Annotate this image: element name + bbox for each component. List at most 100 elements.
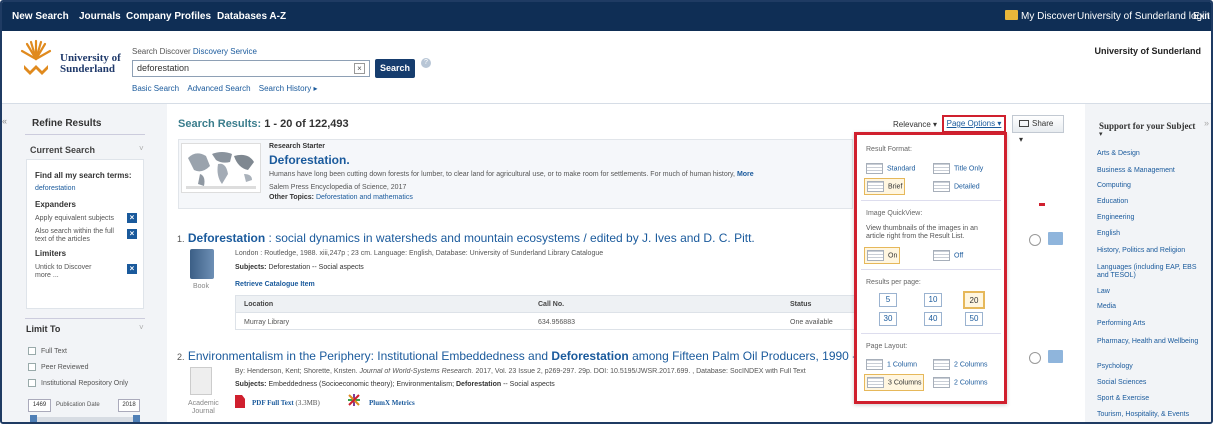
- result-1-title[interactable]: 1. Deforestation : social dynamics in wa…: [177, 231, 755, 245]
- collapse-limit-icon[interactable]: ˅: [139, 323, 144, 332]
- basic-search-link[interactable]: Basic Search: [132, 84, 179, 93]
- current-search-heading[interactable]: Current Search: [30, 145, 95, 155]
- subject-link[interactable]: Computing: [1097, 182, 1207, 190]
- date-from-input[interactable]: 1469: [28, 399, 51, 412]
- search-history-link[interactable]: Search History ▸: [259, 84, 318, 93]
- subject-link[interactable]: History, Politics and Religion: [1097, 247, 1207, 255]
- remove-limiter-icon[interactable]: ×: [127, 264, 137, 274]
- login-link[interactable]: University of Sunderland login: [1077, 11, 1210, 22]
- page-options-button[interactable]: Page Options ▾: [942, 115, 1006, 133]
- limit-to-heading[interactable]: Limit To: [26, 324, 60, 334]
- subject-link[interactable]: Tourism, Hospitality, & Events: [1097, 411, 1207, 419]
- subject-link[interactable]: English: [1097, 230, 1207, 238]
- per-page-30[interactable]: 30: [879, 312, 897, 326]
- subject-link[interactable]: Social Sciences: [1097, 379, 1207, 387]
- research-starter-title[interactable]: Deforestation.: [269, 153, 350, 167]
- quickview-off[interactable]: Off: [933, 250, 963, 261]
- other-topics-link[interactable]: Deforestation and mathematics: [316, 194, 413, 201]
- full-text-checkbox[interactable]: Full Text: [28, 347, 67, 355]
- image-quickview-desc: View thumbnails of the images in an artic…: [866, 225, 978, 241]
- per-page-10[interactable]: 10: [924, 293, 942, 307]
- search-button[interactable]: Search: [375, 59, 415, 78]
- layout-3-columns-selected[interactable]: 3 Columns: [864, 374, 925, 391]
- per-page-50[interactable]: 50: [965, 312, 983, 326]
- plumx-metrics-link[interactable]: PlumX Metrics: [369, 399, 415, 407]
- pdf-icon[interactable]: [235, 395, 245, 408]
- subject-link[interactable]: Education: [1097, 198, 1207, 206]
- two-columns-alt-icon: [933, 377, 950, 388]
- results-range: 1 - 20 of 122,493: [264, 118, 349, 130]
- subject-link[interactable]: Pharmacy, Health and Wellbeing: [1097, 338, 1207, 346]
- databases-link[interactable]: Databases A-Z: [217, 11, 286, 22]
- subject-link[interactable]: Media: [1097, 303, 1207, 311]
- checkbox-icon[interactable]: [28, 379, 36, 387]
- checkbox-icon[interactable]: [28, 363, 36, 371]
- layout-2-columns-b[interactable]: 2 Columns: [933, 377, 987, 388]
- date-to-input[interactable]: 2018: [118, 399, 140, 412]
- collapse-left-icon[interactable]: «: [2, 116, 7, 126]
- clear-search-icon[interactable]: ×: [354, 63, 365, 74]
- result-2-type-line2: Journal: [191, 408, 215, 415]
- remove-expander-icon[interactable]: ×: [127, 229, 137, 239]
- company-profiles-link[interactable]: Company Profiles: [126, 11, 211, 22]
- peer-reviewed-checkbox[interactable]: Peer Reviewed: [28, 363, 88, 371]
- exit-link[interactable]: Exit: [1193, 11, 1210, 22]
- per-page-5[interactable]: 5: [879, 293, 897, 307]
- per-page-40[interactable]: 40: [924, 312, 942, 326]
- journal-icon[interactable]: [190, 367, 212, 395]
- collapse-current-icon[interactable]: ˅: [139, 144, 144, 153]
- format-brief-label: Brief: [888, 183, 903, 191]
- app-window: New Search Journals Company Profiles Dat…: [0, 0, 1213, 424]
- search-input-value: deforestation: [137, 63, 190, 73]
- subject-link[interactable]: Arts & Design: [1097, 150, 1207, 158]
- new-search-link[interactable]: New Search: [12, 11, 69, 22]
- result-2-title[interactable]: 2. Environmentalism in the Periphery: In…: [177, 349, 890, 363]
- format-detailed[interactable]: Detailed: [933, 181, 980, 192]
- world-map-thumbnail[interactable]: [181, 143, 261, 193]
- more-link[interactable]: More: [737, 171, 754, 178]
- pdf-full-text-link[interactable]: PDF Full Text (3.3MB): [252, 399, 320, 407]
- checkbox-icon[interactable]: [28, 347, 36, 355]
- subject-link[interactable]: Languages (including EAP, EBS and TESOL): [1097, 264, 1207, 280]
- subject-link[interactable]: Psychology: [1097, 363, 1207, 371]
- subject-link[interactable]: Sport & Exercise: [1097, 395, 1207, 403]
- share-button[interactable]: Share ▾: [1012, 115, 1064, 144]
- subject-link[interactable]: Engineering: [1097, 214, 1207, 222]
- book-icon[interactable]: [190, 249, 214, 279]
- search-term-link[interactable]: deforestation: [35, 185, 75, 192]
- search-links: Basic Search Advanced Search Search Hist…: [132, 84, 317, 93]
- relevance-dropdown[interactable]: Relevance ▾: [893, 120, 937, 129]
- subject-link[interactable]: Law: [1097, 288, 1207, 296]
- institutional-repo-checkbox[interactable]: Institutional Repository Only: [28, 379, 128, 387]
- subject-link[interactable]: Performing Arts: [1097, 320, 1207, 328]
- date-slider-handle-right[interactable]: [133, 415, 140, 422]
- add-to-folder-icon[interactable]: [1048, 232, 1063, 245]
- advanced-search-link[interactable]: Advanced Search: [187, 84, 250, 93]
- subject-link[interactable]: Business & Management: [1097, 167, 1207, 175]
- date-slider-handle-left[interactable]: [30, 415, 37, 422]
- quickview-on-selected[interactable]: On: [864, 247, 901, 264]
- format-title-only[interactable]: Title Only: [933, 163, 983, 174]
- research-starter-desc-text: Humans have long been cutting down fores…: [269, 171, 735, 178]
- plumx-icon[interactable]: [346, 392, 362, 408]
- journals-link[interactable]: Journals: [79, 11, 121, 22]
- format-standard[interactable]: Standard: [866, 163, 915, 174]
- remove-expander-icon[interactable]: ×: [127, 213, 137, 223]
- format-detailed-label: Detailed: [954, 183, 980, 191]
- retrieve-catalogue-link[interactable]: Retrieve Catalogue Item: [235, 281, 315, 288]
- add-to-folder-icon[interactable]: [1048, 350, 1063, 363]
- preview-magnifier-icon[interactable]: [1029, 352, 1041, 364]
- preview-magnifier-icon[interactable]: [1029, 234, 1041, 246]
- date-slider[interactable]: [30, 417, 140, 422]
- collapse-right-icon[interactable]: »: [1204, 118, 1209, 128]
- my-discover-link[interactable]: My Discover: [1021, 11, 1076, 22]
- search-input[interactable]: deforestation: [132, 60, 370, 77]
- format-brief-selected[interactable]: Brief: [864, 178, 906, 195]
- result-2-meta: By: Henderson, Kent; Shorette, Kristen. …: [235, 368, 853, 375]
- layout-2-columns-a[interactable]: 2 Columns: [933, 359, 987, 370]
- support-dropdown-icon[interactable]: ▾: [1099, 130, 1103, 138]
- per-page-20-selected[interactable]: 20: [963, 291, 985, 309]
- layout-1-column[interactable]: 1 Column: [866, 359, 917, 370]
- discovery-service-link[interactable]: Discovery Service: [193, 47, 257, 56]
- help-icon[interactable]: ?: [421, 58, 431, 68]
